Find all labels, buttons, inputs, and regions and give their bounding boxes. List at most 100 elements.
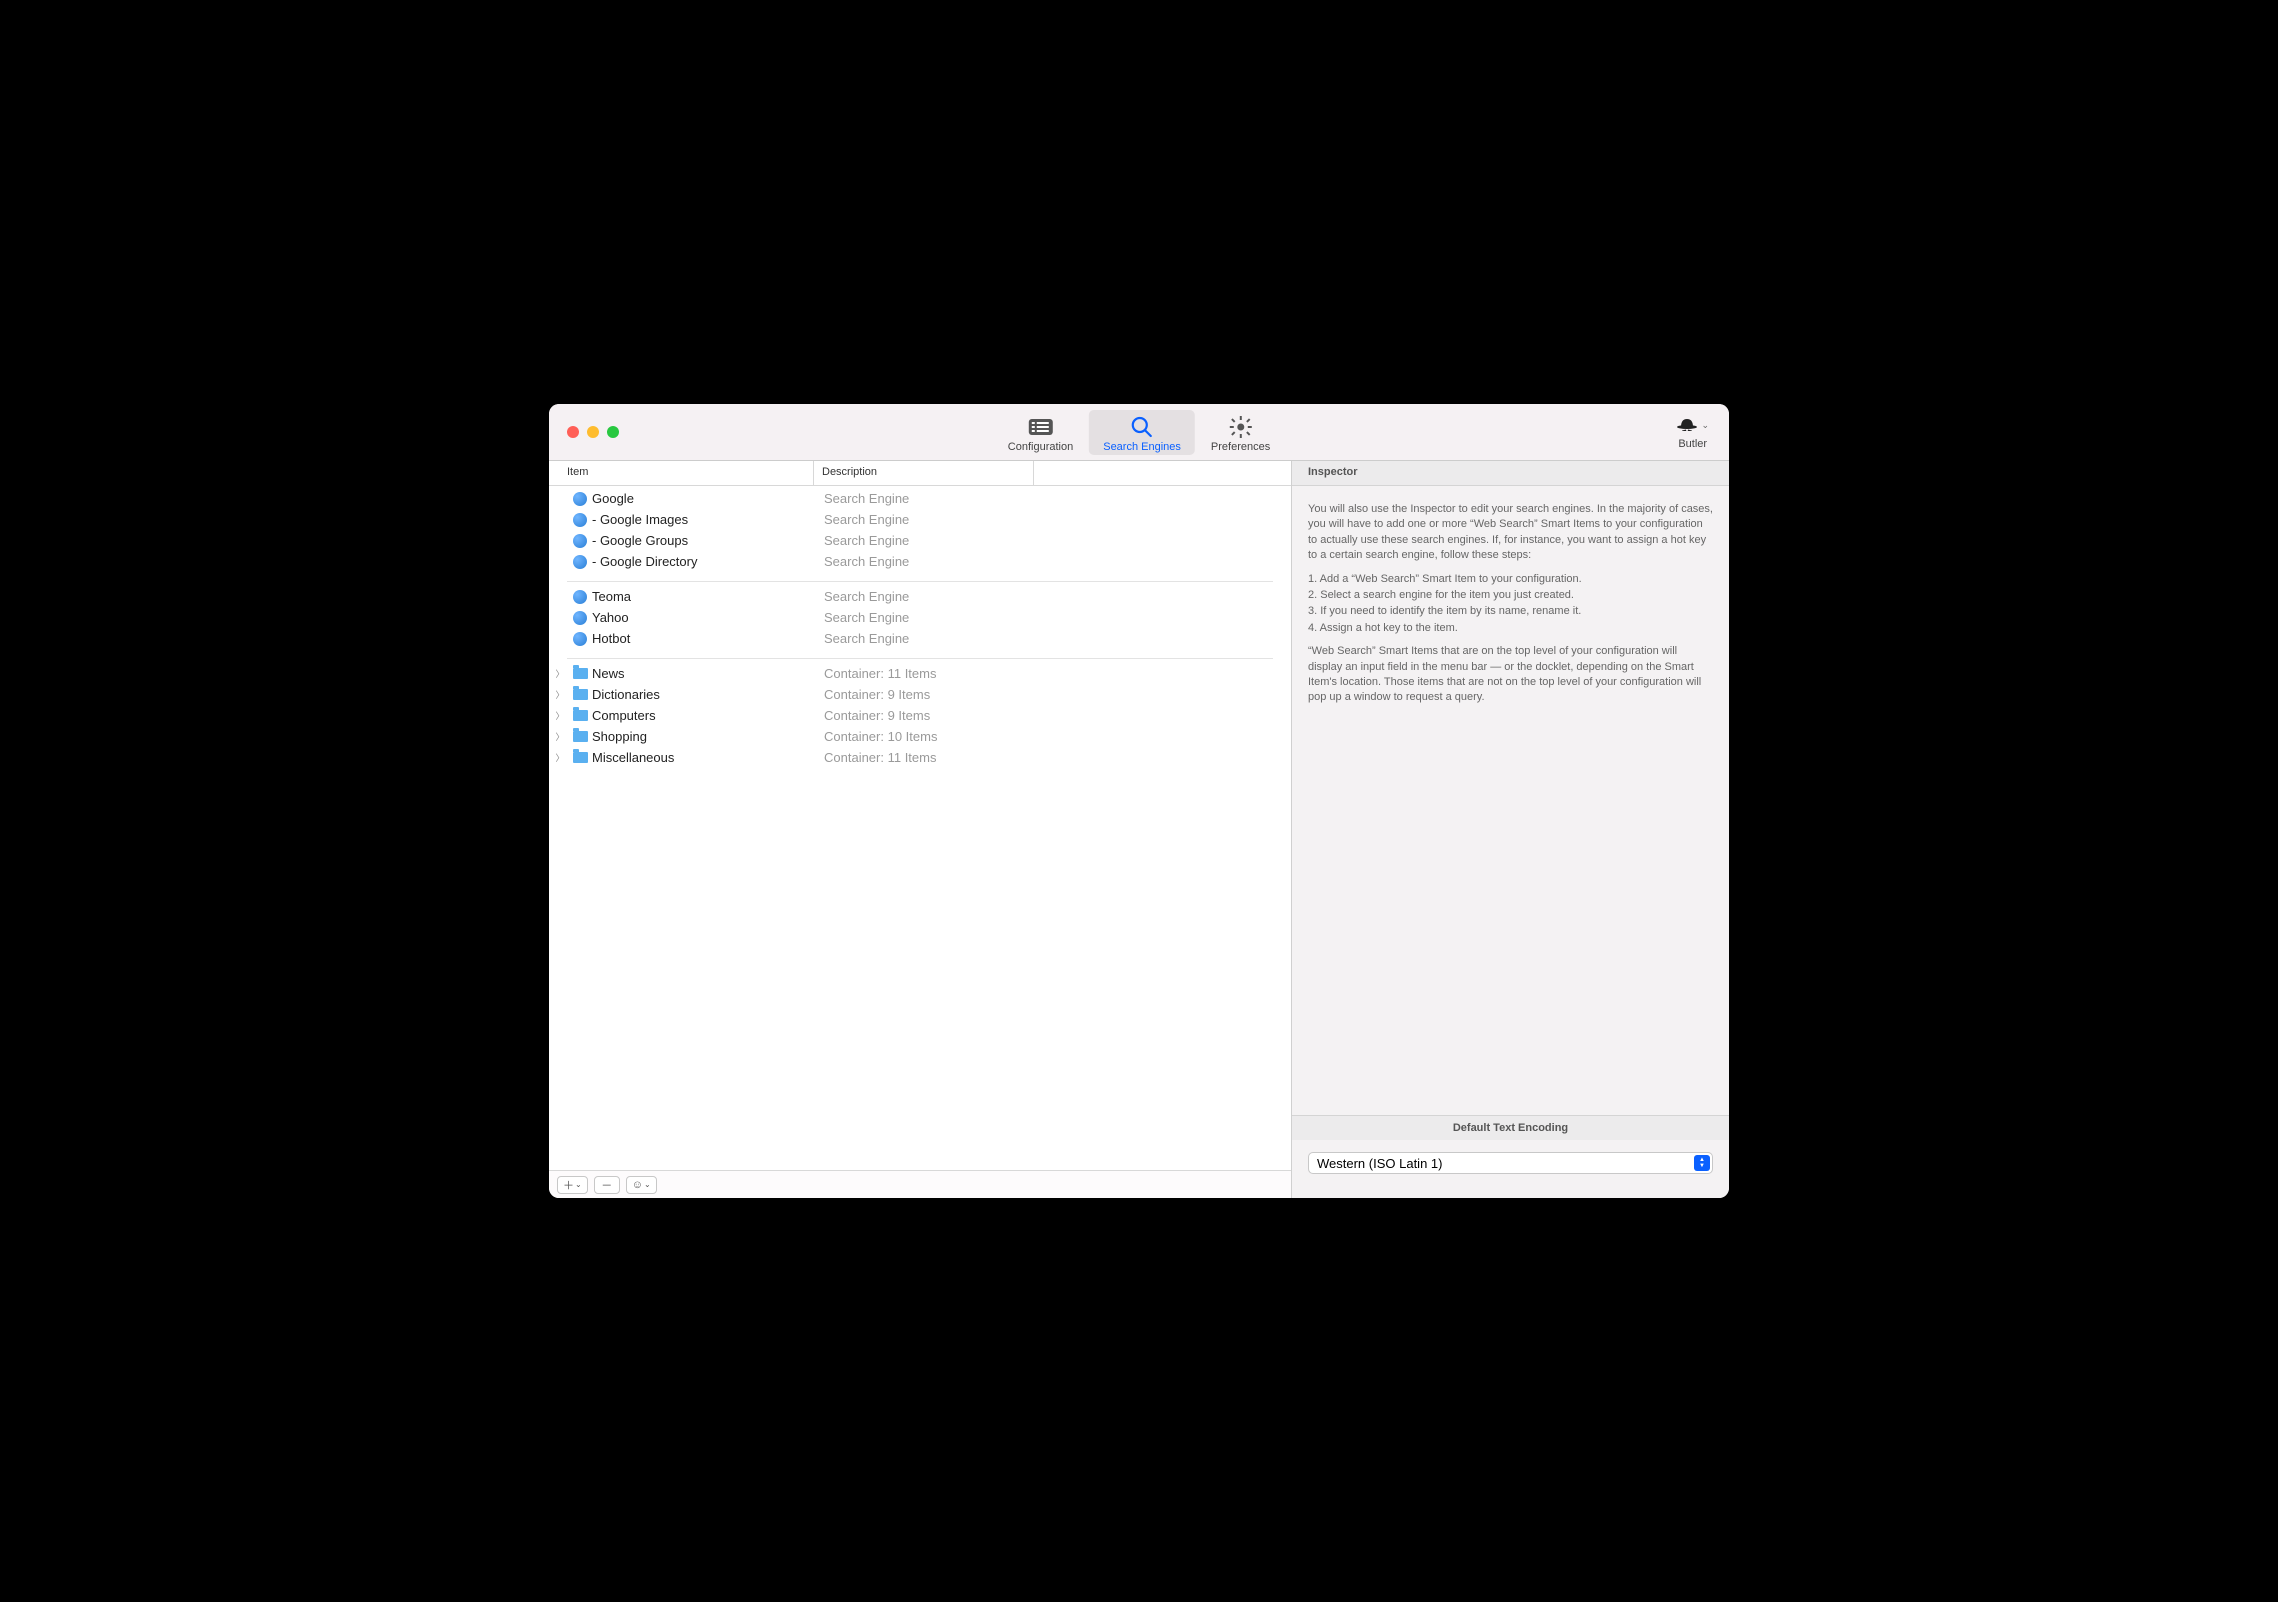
tab-search-engines[interactable]: Search Engines [1089, 410, 1195, 455]
row-name: Yahoo [589, 610, 629, 625]
row-description: Search Engine [814, 589, 1114, 604]
row-description: Search Engine [814, 491, 1114, 506]
column-header-description[interactable]: Description [814, 461, 1034, 485]
gear-icon [1229, 414, 1253, 440]
table-row[interactable]: 〉 Dictionaries Container: 9 Items [549, 684, 1291, 705]
row-description: Container: 9 Items [814, 687, 1114, 702]
globe-icon [571, 590, 589, 604]
butler-label: Butler [1678, 438, 1707, 450]
inspector-text: “Web Search” Smart Items that are on the… [1308, 644, 1713, 706]
globe-icon [571, 555, 589, 569]
folder-icon [571, 752, 589, 763]
row-name: News [589, 666, 625, 681]
table-row[interactable]: 〉 Miscellaneous Container: 11 Items [549, 747, 1291, 768]
body-split: Item Description GoogleSearch Engine- Go… [549, 461, 1729, 1198]
action-button[interactable]: ☺⌄ [626, 1176, 657, 1194]
group-divider [567, 572, 1273, 582]
chevron-down-icon: ⌄ [1701, 420, 1709, 431]
row-description: Search Engine [814, 512, 1114, 527]
table-row[interactable]: - Google Directory Search Engine [549, 551, 1291, 572]
folder-icon [571, 731, 589, 742]
table-row[interactable]: - Google Groups Search Engine [549, 530, 1291, 551]
tab-label: Preferences [1211, 441, 1270, 453]
footer-toolbar: ＋⌄ － ☺⌄ [549, 1170, 1291, 1198]
remove-button[interactable]: － [594, 1176, 620, 1194]
tab-configuration[interactable]: Configuration [994, 410, 1087, 455]
right-pane: Inspector You will also use the Inspecto… [1292, 461, 1729, 1198]
row-name: Computers [589, 708, 656, 723]
table-row[interactable]: 〉 Computers Container: 9 Items [549, 705, 1291, 726]
tab-label: Configuration [1008, 441, 1073, 453]
inspector-step: 1. Add a “Web Search” Smart Item to your… [1308, 572, 1713, 587]
inspector-step: 3. If you need to identify the item by i… [1308, 604, 1713, 619]
toolbar-tabs: Configuration Search Engines Preferences [994, 410, 1284, 455]
disclosure-triangle[interactable]: 〉 [549, 667, 571, 680]
row-description: Search Engine [814, 554, 1114, 569]
disclosure-triangle[interactable]: 〉 [549, 688, 571, 701]
table-rows: Google Search Engine - Google Images Search… [549, 486, 1291, 1170]
table-row[interactable]: Teoma Search Engine [549, 586, 1291, 607]
magnifier-icon [1130, 414, 1154, 440]
minimize-button[interactable] [587, 426, 599, 438]
table-row[interactable]: Google Search Engine [549, 488, 1291, 509]
table-row[interactable]: Hotbot Search Engine [549, 628, 1291, 649]
row-description: Container: 11 Items [814, 666, 1114, 681]
row-name: Hotbot [589, 631, 630, 646]
inspector-header: Inspector [1292, 461, 1729, 486]
table-row[interactable]: - Google Images Search Engine [549, 509, 1291, 530]
folder-icon [571, 668, 589, 679]
row-name: - Google Directory [589, 554, 697, 569]
globe-icon [571, 513, 589, 527]
row-description: Container: 11 Items [814, 750, 1114, 765]
group-divider [567, 649, 1273, 659]
tab-label: Search Engines [1103, 441, 1181, 453]
encoding-section: Default Text Encoding Western (ISO Latin… [1292, 1115, 1729, 1198]
tab-preferences[interactable]: Preferences [1197, 410, 1284, 455]
row-description: Search Engine [814, 533, 1114, 548]
row-description: Container: 9 Items [814, 708, 1114, 723]
disclosure-triangle[interactable]: 〉 [549, 709, 571, 722]
row-name: Miscellaneous [589, 750, 674, 765]
close-button[interactable] [567, 426, 579, 438]
row-name: Dictionaries [589, 687, 660, 702]
table-row[interactable]: Yahoo Search Engine [549, 607, 1291, 628]
inspector-text: You will also use the Inspector to edit … [1308, 502, 1713, 564]
table-row[interactable]: 〉 Shopping Container: 10 Items [549, 726, 1291, 747]
row-description: Search Engine [814, 610, 1114, 625]
traffic-lights [549, 426, 619, 438]
encoding-value: Western (ISO Latin 1) [1317, 1156, 1442, 1171]
encoding-select[interactable]: Western (ISO Latin 1) ▲▼ [1308, 1152, 1713, 1174]
globe-icon [571, 611, 589, 625]
encoding-header: Default Text Encoding [1292, 1116, 1729, 1140]
zoom-button[interactable] [607, 426, 619, 438]
column-header-item[interactable]: Item [549, 461, 814, 485]
table-header: Item Description [549, 461, 1291, 486]
folder-icon [571, 710, 589, 721]
disclosure-triangle[interactable]: 〉 [549, 751, 571, 764]
butler-menu[interactable]: ⌄ Butler [1676, 415, 1729, 450]
bowler-hat-icon [1676, 415, 1698, 436]
inspector-body: You will also use the Inspector to edit … [1292, 486, 1729, 1115]
row-name: Google [589, 491, 634, 506]
inspector-step: 2. Select a search engine for the item y… [1308, 588, 1713, 603]
folder-icon [571, 689, 589, 700]
list-icon [1027, 414, 1055, 440]
row-description: Container: 10 Items [814, 729, 1114, 744]
row-name: - Google Images [589, 512, 688, 527]
inspector-step: 4. Assign a hot key to the item. [1308, 621, 1713, 636]
table-row[interactable]: 〉 News Container: 11 Items [549, 663, 1291, 684]
globe-icon [571, 632, 589, 646]
row-name: Shopping [589, 729, 647, 744]
select-arrows-icon: ▲▼ [1694, 1155, 1710, 1171]
row-name: - Google Groups [589, 533, 688, 548]
globe-icon [571, 492, 589, 506]
add-button[interactable]: ＋⌄ [557, 1176, 588, 1194]
row-name: Teoma [589, 589, 631, 604]
left-pane: Item Description GoogleSearch Engine- Go… [549, 461, 1292, 1198]
app-window: Configuration Search Engines Preferences [549, 404, 1729, 1198]
globe-icon [571, 534, 589, 548]
disclosure-triangle[interactable]: 〉 [549, 730, 571, 743]
row-description: Search Engine [814, 631, 1114, 646]
column-header-empty [1034, 461, 1291, 485]
titlebar: Configuration Search Engines Preferences [549, 404, 1729, 461]
